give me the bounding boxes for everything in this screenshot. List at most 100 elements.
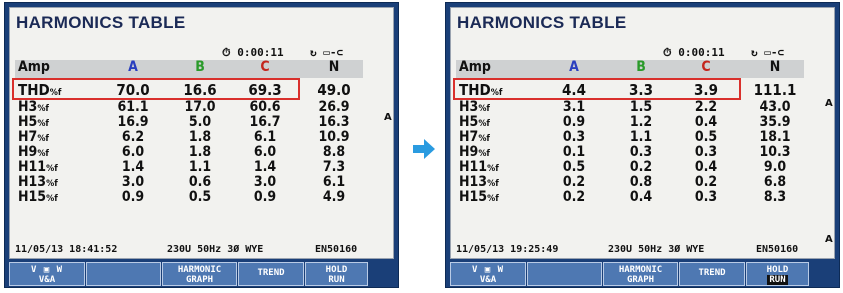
row-label: H15%f (18, 190, 58, 207)
table-row: H13%f 3.0 0.6 3.0 6.1 (15, 175, 363, 190)
header-neutral: N (328, 59, 340, 75)
table-row: H3%f 3.1 1.5 2.2 43.0 (456, 100, 804, 115)
unit-label: %f (46, 164, 58, 174)
phase-b-value: 0.6 (188, 174, 212, 190)
thd-highlight-box (12, 78, 300, 100)
phase-a-value: 0.5 (562, 159, 586, 175)
phase-b-value: 1.8 (188, 144, 212, 160)
phase-b-value: 0.4 (629, 189, 653, 205)
arrow-right-icon (413, 139, 435, 159)
status-line: ⏱ 0:00:11 ↻ ▭-⊂ (451, 46, 834, 60)
unit-label: %f (487, 194, 499, 204)
phase-c-value: 0.4 (694, 159, 718, 175)
phase-c-value: 0.9 (253, 189, 277, 205)
softkey-bar: V ▣ W V&A HARMONIC GRAPH TREND HOLD RUN (450, 262, 835, 286)
neutral-value: 26.9 (318, 99, 350, 115)
harmonic-label: H3 (18, 99, 38, 115)
unit-label: %f (478, 119, 490, 129)
phase-a-value: 0.2 (562, 174, 586, 190)
hold-run-softkey[interactable]: HOLD RUN (305, 262, 368, 286)
scroll-marker: A (384, 112, 392, 123)
harmonic-label: H11 (18, 159, 47, 175)
va-softkey[interactable]: V ▣ W V&A (9, 262, 85, 286)
phase-c-value: 0.4 (694, 114, 718, 130)
screen-title: HARMONICS TABLE (457, 13, 627, 32)
date-time: 11/05/13 18:41:52 (15, 244, 118, 255)
phase-b-value: 1.5 (629, 99, 653, 115)
table-row: H9%f 6.0 1.8 6.0 8.8 (15, 145, 363, 160)
header-phase-c: C (701, 59, 711, 75)
harmonic-label: H3 (459, 99, 479, 115)
phase-c-value: 0.5 (694, 129, 718, 145)
trend-softkey[interactable]: TREND (679, 262, 745, 286)
neutral-value: 6.8 (763, 174, 787, 190)
phase-c-value: 6.1 (253, 129, 277, 145)
phase-b-value: 1.1 (188, 159, 212, 175)
unit-label: %f (487, 164, 499, 174)
table-row: H9%f 0.1 0.3 0.3 10.3 (456, 145, 804, 160)
harmonic-label: H9 (459, 144, 479, 160)
phase-b-value: 0.8 (629, 174, 653, 190)
phase-b-value: 1.1 (629, 129, 653, 145)
va-label: V&A (38, 275, 56, 285)
phase-a-value: 6.2 (121, 129, 145, 145)
header-amp: Amp (459, 59, 491, 75)
hold-run-softkey[interactable]: HOLD RUN (746, 262, 809, 286)
neutral-value: 16.3 (318, 114, 350, 130)
neutral-value: 35.9 (759, 114, 791, 130)
unit-label: %f (46, 194, 58, 204)
table-row: H5%f 0.9 1.2 0.4 35.9 (456, 115, 804, 130)
table-row: H7%f 0.3 1.1 0.5 18.1 (456, 130, 804, 145)
battery-plug-icon: ▭-⊂ (764, 46, 785, 59)
display-area: HARMONICS TABLE ⏱ 0:00:11 ↻ ▭-⊂ Amp A B … (450, 7, 835, 259)
neutral-value: 10.3 (759, 144, 791, 160)
phase-c-value: 16.7 (249, 114, 281, 130)
header-phase-a: A (569, 59, 579, 75)
table-row: H15%f 0.2 0.4 0.3 8.3 (456, 190, 804, 205)
va-softkey[interactable]: V ▣ W V&A (450, 262, 526, 286)
harmonic-label: H13 (459, 174, 488, 190)
va-icons: V ▣ W (471, 265, 505, 275)
trend-softkey[interactable]: TREND (238, 262, 304, 286)
instrument-id: EN50160 (756, 244, 799, 255)
phase-a-value: 0.9 (121, 189, 145, 205)
phase-c-value: 0.2 (694, 174, 718, 190)
harmonic-graph-softkey[interactable]: HARMONIC GRAPH (603, 262, 678, 286)
header-phase-c: C (260, 59, 270, 75)
header-amp: Amp (18, 59, 50, 75)
header-neutral: N (769, 59, 781, 75)
harmonics-screen-before: HARMONICS TABLE ⏱ 0:00:11 ↻ ▭-⊂ Amp A B … (4, 2, 399, 288)
phase-a-value: 3.1 (562, 99, 586, 115)
unit-label: %f (37, 104, 49, 114)
elapsed-time: 0:00:11 (678, 46, 725, 59)
phase-a-value: 0.9 (562, 114, 586, 130)
blank-softkey[interactable] (86, 262, 161, 286)
table-row: H13%f 0.2 0.8 0.2 6.8 (456, 175, 804, 190)
clock-icon: ↻ (310, 46, 317, 59)
neutral-value: 18.1 (759, 129, 791, 145)
neutral-value: 10.9 (318, 129, 350, 145)
table-row: H11%f 0.5 0.2 0.4 9.0 (456, 160, 804, 175)
harmonic-graph-softkey[interactable]: HARMONIC GRAPH (162, 262, 237, 286)
harmonic-label: H13 (18, 174, 47, 190)
phase-c-value: 6.0 (253, 144, 277, 160)
phase-c-value: 60.6 (249, 99, 281, 115)
table-row: H11%f 1.4 1.1 1.4 7.3 (15, 160, 363, 175)
clock-icon: ⏱ (222, 46, 231, 59)
harmonic-label: H11 (459, 159, 488, 175)
va-icons: V ▣ W (30, 265, 64, 275)
phase-c-value: 2.2 (694, 99, 718, 115)
table-row: H7%f 6.2 1.8 6.1 10.9 (15, 130, 363, 145)
harmonics-screen-after: HARMONICS TABLE ⏱ 0:00:11 ↻ ▭-⊂ Amp A B … (445, 2, 840, 288)
unit-label: %f (37, 149, 49, 159)
header-phase-b: B (636, 59, 646, 75)
phase-c-value: 1.4 (253, 159, 277, 175)
blank-softkey[interactable] (527, 262, 602, 286)
harmonic-label: H9 (18, 144, 38, 160)
battery-plug-icon: ▭-⊂ (323, 46, 344, 59)
phase-a-value: 0.3 (562, 129, 586, 145)
phase-c-value: 0.3 (694, 144, 718, 160)
unit-label: %f (478, 149, 490, 159)
config: 230U 50Hz 3Ø WYE (608, 244, 705, 255)
neutral-value: 111.1 (753, 81, 797, 99)
